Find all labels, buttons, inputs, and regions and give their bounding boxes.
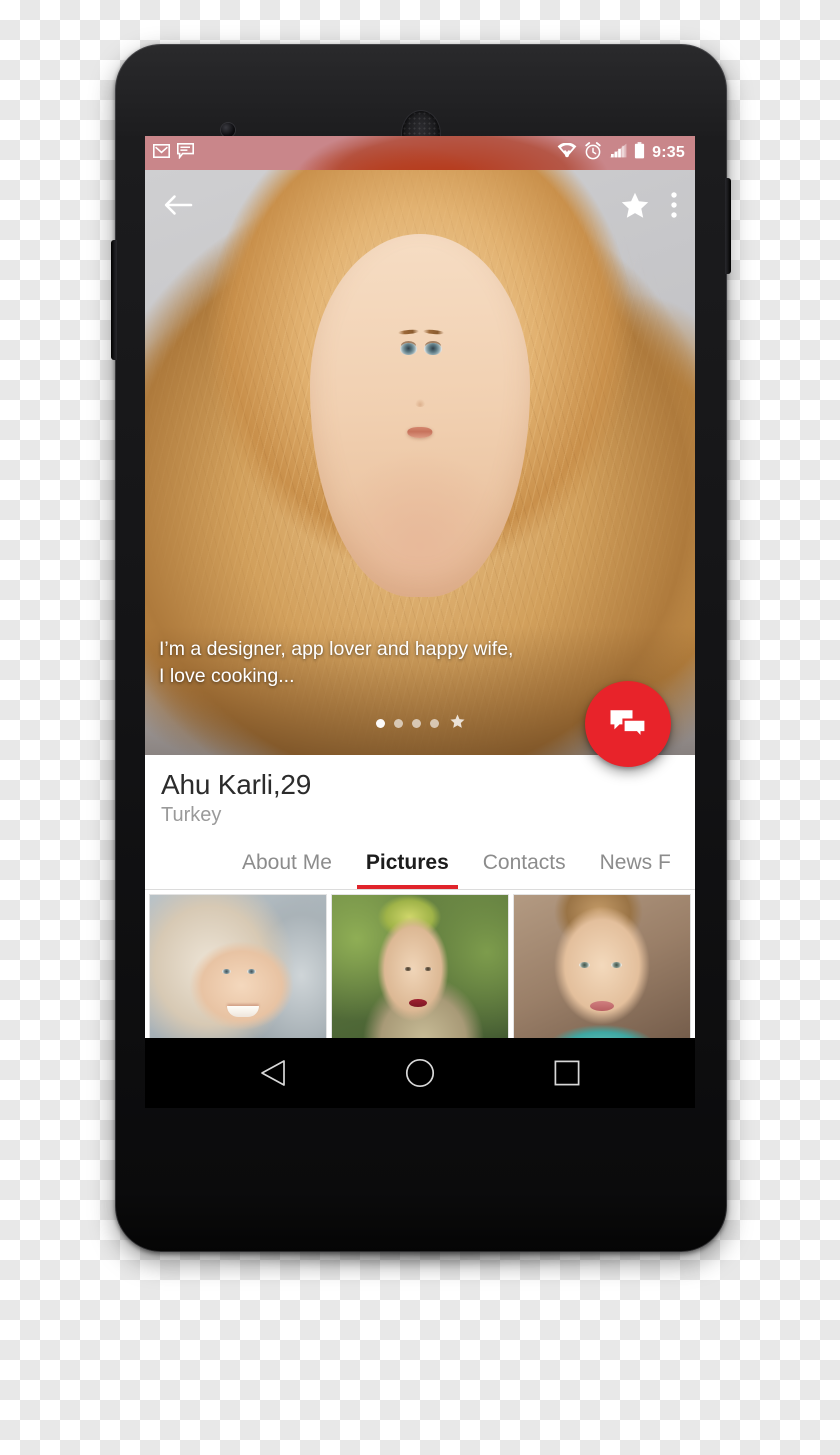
hero-eyebrow-right (422, 329, 444, 336)
more-vert-icon[interactable] (671, 192, 677, 218)
nav-back-button[interactable] (260, 1059, 286, 1087)
nav-recents-button[interactable] (554, 1060, 580, 1086)
tab-pictures[interactable]: Pictures (349, 852, 466, 889)
hero-nose (415, 399, 425, 407)
tile1-eye-left (222, 968, 232, 974)
star-icon[interactable] (621, 192, 649, 219)
front-camera-icon (221, 123, 235, 137)
status-bar-notifications (153, 142, 194, 164)
bio-line-1: I’m a designer, app lover and happy wife… (159, 637, 514, 660)
bio-line-2: I love cooking... (159, 665, 295, 688)
volume-button[interactable] (111, 240, 117, 360)
status-bar-system-icons: 9:35 (557, 141, 685, 165)
messages-icon (177, 142, 194, 164)
hero-eye-left (399, 343, 418, 356)
hero-eye-right (424, 343, 442, 356)
nav-home-button[interactable] (405, 1058, 435, 1088)
tile2-eye-right (423, 967, 432, 972)
page-dot-4[interactable] (429, 719, 439, 728)
tile2-eye-left (404, 967, 413, 972)
tile1-smile (227, 1005, 260, 1017)
signal-icon (609, 143, 627, 163)
profile-tab-bar: About Me Pictures Contacts News F (145, 827, 695, 889)
tab-news-feed[interactable]: News F (583, 852, 688, 889)
page-dot-1[interactable] (375, 719, 385, 728)
arrow-back-icon[interactable] (163, 193, 193, 217)
page-dot-2[interactable] (393, 719, 403, 728)
page-dot-3[interactable] (411, 719, 421, 728)
phone-screen: 9:35 I’m a designer, app lover and happy… (145, 136, 695, 1108)
wifi-icon (557, 142, 577, 163)
page-indicator-star-icon[interactable] (450, 714, 465, 733)
hero-eyebrow-left (397, 329, 419, 336)
hero-lips (407, 427, 433, 439)
tile3-lips (589, 1000, 614, 1011)
android-navigation-bar (145, 1038, 695, 1108)
profile-location: Turkey (161, 804, 222, 826)
gmail-icon (153, 143, 170, 163)
tile3-eye-right (610, 962, 622, 969)
status-bar: 9:35 (145, 136, 695, 170)
profile-info-card: Ahu Karli,29 Turkey (145, 755, 695, 827)
tile2-lips (409, 999, 428, 1008)
tile3-eye-left (579, 962, 591, 969)
power-button[interactable] (725, 178, 731, 274)
alarm-icon (584, 141, 602, 165)
tab-contacts[interactable]: Contacts (466, 852, 583, 889)
battery-icon (634, 142, 645, 164)
profile-hero-photo[interactable]: I’m a designer, app lover and happy wife… (145, 170, 695, 755)
phone-device-frame: 9:35 I’m a designer, app lover and happy… (111, 44, 731, 1252)
tab-about-me[interactable]: About Me (225, 852, 349, 889)
status-bar-clock: 9:35 (652, 144, 685, 161)
app-bar (145, 170, 695, 240)
profile-name: Ahu Karli,29 (161, 769, 312, 800)
chat-fab[interactable] (585, 681, 671, 767)
tile1-eye-right (246, 968, 256, 974)
